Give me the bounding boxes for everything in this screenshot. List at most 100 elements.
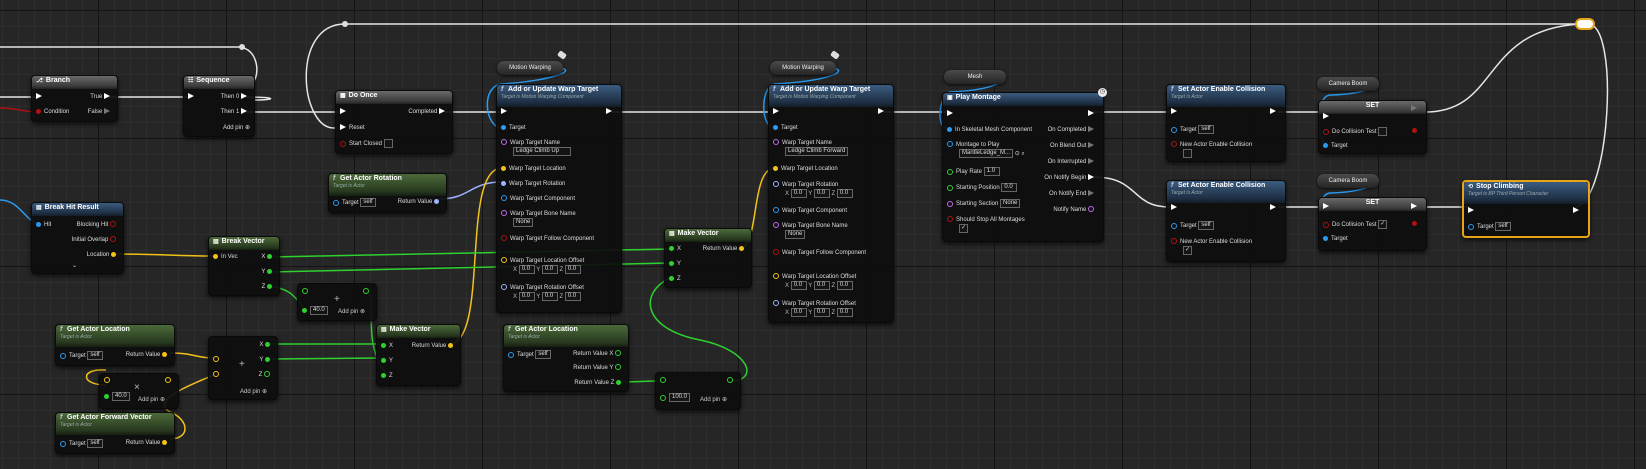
return-y-pin[interactable]: Return Value Y <box>573 364 624 372</box>
b-pin[interactable]: 40.0 <box>104 392 130 401</box>
exec-out-pin[interactable] <box>1411 203 1420 211</box>
start-closed-pin[interactable]: Start Closed <box>340 139 393 148</box>
reset-pin[interactable]: Reset <box>340 124 365 132</box>
stop-all-checkbox[interactable]: ✓ <box>959 224 968 233</box>
exec-in-pin[interactable] <box>340 108 349 116</box>
set-actor-enable-collision-node[interactable]: f Set Actor Enable Collision Target is Act… <box>1166 84 1286 162</box>
value-field[interactable]: 40.0 <box>310 306 328 315</box>
do-collision-pin[interactable]: Do Collision Test ✓ <box>1323 220 1388 229</box>
x-in-pin[interactable]: X <box>381 342 393 350</box>
exec-in-pin[interactable] <box>1171 108 1180 116</box>
get-actor-location-split-node[interactable]: f Get Actor Location Target is Actor Targe… <box>503 324 629 392</box>
get-actor-rotation-node[interactable]: f Get Actor Rotation Target is Actor Targe… <box>328 173 447 213</box>
target-field[interactable]: self <box>535 350 552 359</box>
exec-in-pin[interactable] <box>1468 207 1477 215</box>
exec-in-pin[interactable] <box>36 93 45 101</box>
add-pin-button[interactable]: Add pin ⊕ <box>240 388 267 395</box>
target-pin[interactable]: Target self <box>1468 222 1512 231</box>
notify-name-pin[interactable]: Notify Name <box>1053 206 1097 214</box>
warp-target-location-pin[interactable]: Warp Target Location <box>773 165 838 173</box>
target-pin[interactable]: Target self <box>1171 125 1215 134</box>
do-collision-pin[interactable]: Do Collision Test <box>1323 127 1388 136</box>
get-actor-forward-vector-node[interactable]: f Get Actor Forward Vector Target is Actor… <box>55 412 175 454</box>
location-offset-fields[interactable]: X 0.0 Y 0.0 Z 0.0 <box>513 265 581 274</box>
return-value-pin[interactable]: Return Value <box>703 245 747 253</box>
warp-target-name-pin[interactable]: Warp Target Name <box>773 139 832 147</box>
stop-all-montages-pin[interactable]: Should Stop All Montages <box>947 216 1025 224</box>
z-in-pin[interactable]: Z <box>669 275 681 283</box>
warp-target-name-field[interactable]: Ledge Climb Forward <box>785 147 849 156</box>
new-collision-pin[interactable]: New Actor Enable Collision <box>1171 141 1252 149</box>
bone-name-field[interactable]: None <box>513 218 534 227</box>
on-completed-pin[interactable]: On Completed <box>1048 126 1097 134</box>
mesh-variable[interactable]: Mesh <box>944 70 1006 84</box>
x-out-pin[interactable]: X <box>261 253 275 261</box>
sequence-node[interactable]: ☷ Sequence Then 0 Then 1 Add pin ⊕ <box>183 75 255 137</box>
motion-warping-variable[interactable]: Motion Warping <box>497 61 563 75</box>
initial-overlap-pin[interactable]: Initial Overlap <box>72 236 119 244</box>
on-interrupted-pin[interactable]: On Interrupted <box>1048 158 1097 166</box>
location-offset-fields[interactable]: X 0.0 Y 0.0 Z 0.0 <box>785 281 853 290</box>
y-in-pin[interactable]: Y <box>669 260 681 268</box>
follow-component-pin[interactable]: Warp Target Follow Component <box>501 235 594 243</box>
target-pin[interactable]: Target <box>1323 142 1348 150</box>
expand-chevron-icon[interactable]: ⌄ <box>72 262 77 270</box>
z-in-pin[interactable]: Z <box>381 372 393 380</box>
bone-name-field[interactable]: None <box>785 230 806 239</box>
false-pin[interactable]: False <box>88 108 113 116</box>
location-offset-pin[interactable]: Warp Target Location Offset <box>501 257 584 265</box>
stop-climbing-node[interactable]: ⟲ Stop Climbing Target is BP Third Person … <box>1462 180 1590 238</box>
blocking-hit-pin[interactable]: Blocking Hit <box>77 221 119 229</box>
target-field[interactable]: self <box>87 351 104 360</box>
get-actor-location-node[interactable]: f Get Actor Location Target is Actor Targe… <box>55 324 175 366</box>
warp-target-rotation-fields[interactable]: X 0.0 Y 0.0 Z 0.0 <box>785 189 853 198</box>
location-pin[interactable]: Location <box>87 251 119 259</box>
add-pin-button[interactable]: Add pin ⊕ <box>138 396 165 403</box>
condition-pin[interactable]: Condition <box>36 108 69 116</box>
set-actor-enable-collision-node[interactable]: f Set Actor Enable Collision Target is Act… <box>1166 180 1286 262</box>
warp-target-rotation-pin[interactable]: Warp Target Rotation <box>501 180 565 188</box>
exec-in-pin[interactable] <box>947 110 956 118</box>
warp-target-component-pin[interactable]: Warp Target Component <box>773 207 847 215</box>
exec-out-pin[interactable] <box>1088 110 1097 118</box>
rotation-offset-fields[interactable]: X 0.0 Y 0.0 Z 0.0 <box>513 292 581 301</box>
set-do-collision-node[interactable]: SET Do Collision Test ✓ Target <box>1318 197 1427 251</box>
set-do-collision-node[interactable]: SET Do Collision Test Target <box>1318 100 1427 154</box>
rotation-offset-pin[interactable]: Warp Target Rotation Offset <box>501 284 584 292</box>
a-pin[interactable] <box>302 288 311 296</box>
a-pin[interactable] <box>660 377 669 385</box>
do-collision-checkbox[interactable] <box>1378 127 1388 136</box>
do-once-node[interactable]: ▦ Do Once Completed Reset Start Closed <box>335 90 453 154</box>
in-vec-pin[interactable]: In Vec <box>213 253 238 261</box>
break-hit-result-node[interactable]: ▤ Break Hit Result Hit Blocking Hit Initi… <box>31 202 124 274</box>
warp-target-bone-pin[interactable]: Warp Target Bone Name <box>501 210 576 218</box>
b-pin[interactable]: 100.0 <box>660 393 691 402</box>
on-notify-begin-pin[interactable]: On Notify Begin <box>1044 174 1097 182</box>
y-out-pin[interactable]: Y <box>261 268 275 276</box>
value-out-pin[interactable] <box>1412 127 1420 135</box>
montage-asset-dropdown[interactable]: MantleLedge_M... ⊙ ⌕ <box>959 149 1025 158</box>
rotation-offset-pin[interactable]: Warp Target Rotation Offset <box>773 300 856 308</box>
camera-boom-variable[interactable]: Camera Boom <box>1317 77 1379 91</box>
target-pin[interactable]: Target <box>501 124 526 132</box>
target-pin[interactable]: Target <box>773 124 798 132</box>
starting-position-pin[interactable]: Starting Position 0.0 <box>947 183 1018 192</box>
value-out-pin[interactable] <box>1412 220 1420 228</box>
warp-target-name-field[interactable]: Ledge Climb Up <box>513 147 571 156</box>
target-pin[interactable]: Target self <box>333 198 377 207</box>
exec-in-pin[interactable] <box>501 108 510 116</box>
on-blend-out-pin[interactable]: On Blend Out <box>1050 142 1097 150</box>
montage-to-play-pin[interactable]: Montage to Play <box>947 141 999 149</box>
add-float-node[interactable]: 100.0 Add pin ⊕ <box>655 372 741 410</box>
add-pin-button[interactable]: Add pin ⊗ <box>338 308 365 315</box>
camera-boom-variable[interactable]: Camera Boom <box>1317 174 1379 188</box>
motion-warping-variable[interactable]: Motion Warping <box>770 61 836 75</box>
target-pin[interactable]: Target <box>1323 235 1348 243</box>
add-warp-target-node[interactable]: f Add or Update Warp Target Target is Moti… <box>768 84 894 323</box>
target-pin[interactable]: Target self <box>508 350 552 359</box>
warp-target-name-pin[interactable]: Warp Target Name <box>501 139 560 147</box>
exec-out-pin[interactable] <box>1573 207 1582 215</box>
warp-target-bone-pin[interactable]: Warp Target Bone Name <box>773 222 848 230</box>
location-offset-pin[interactable]: Warp Target Location Offset <box>773 273 856 281</box>
value-field[interactable]: 40.0 <box>112 392 130 401</box>
